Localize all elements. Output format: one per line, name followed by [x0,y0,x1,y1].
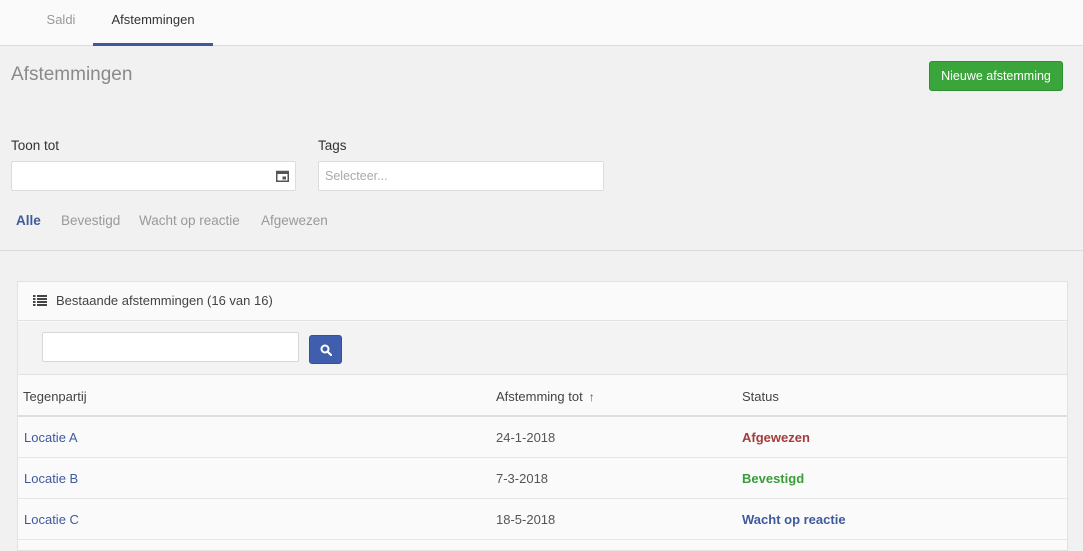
tegenpartij-link[interactable]: Locatie A [24,430,78,445]
toon-tot-label: Toon tot [11,138,60,153]
filter-wacht-op-reactie[interactable]: Wacht op reactie [139,213,240,228]
calendar-icon[interactable] [276,170,289,182]
filter-afgewezen[interactable]: Afgewezen [261,213,328,228]
panel-title: Bestaande afstemmingen (16 van 16) [56,293,273,308]
filter-bevestigd[interactable]: Bevestigd [61,213,120,228]
column-header-status[interactable]: Status [742,389,779,404]
tab-afstemmingen[interactable]: Afstemmingen [93,0,213,46]
tags-label: Tags [318,138,347,153]
afstemming-tot-value: 24-1-2018 [496,430,556,445]
toon-tot-date-input[interactable] [11,161,296,191]
list-icon [33,295,47,306]
column-header-tegenpartij[interactable]: Tegenpartij [23,389,87,404]
table-row[interactable]: Locatie A 24-1-2018 Afgewezen [18,417,1067,458]
section-divider [0,250,1083,251]
tags-select[interactable]: Selecteer... [318,161,604,191]
tegenpartij-link[interactable]: Locatie B [24,471,78,486]
status-badge: Wacht op reactie [742,512,846,527]
search-button[interactable] [309,335,342,364]
sort-ascending-icon: ↑ [588,390,595,404]
search-row [18,322,1067,375]
search-icon [320,344,332,356]
table-header: Tegenpartij Afstemming tot ↑ Status [18,375,1067,417]
afstemmingen-panel: Bestaande afstemmingen (16 van 16) Tegen… [17,281,1068,551]
new-afstemming-button[interactable]: Nieuwe afstemming [929,61,1063,91]
column-header-label: Afstemming tot [496,389,583,404]
page-title: Afstemmingen [11,64,133,85]
filter-alle[interactable]: Alle [16,213,41,228]
status-badge: Bevestigd [742,471,805,486]
tab-saldi[interactable]: Saldi [30,0,92,46]
afstemming-tot-value: 7-3-2018 [496,471,549,486]
table-row[interactable]: Locatie C 18-5-2018 Wacht op reactie [18,499,1067,540]
panel-header: Bestaande afstemmingen (16 van 16) [18,282,1067,321]
table-row[interactable]: Locatie B 7-3-2018 Bevestigd [18,458,1067,499]
top-tab-bar: Saldi Afstemmingen [0,0,1083,46]
column-header-afstemming-tot[interactable]: Afstemming tot ↑ [496,389,595,404]
status-badge: Afgewezen [742,430,810,445]
afstemming-tot-value: 18-5-2018 [496,512,556,527]
search-input[interactable] [42,332,299,362]
tegenpartij-link[interactable]: Locatie C [24,512,79,527]
